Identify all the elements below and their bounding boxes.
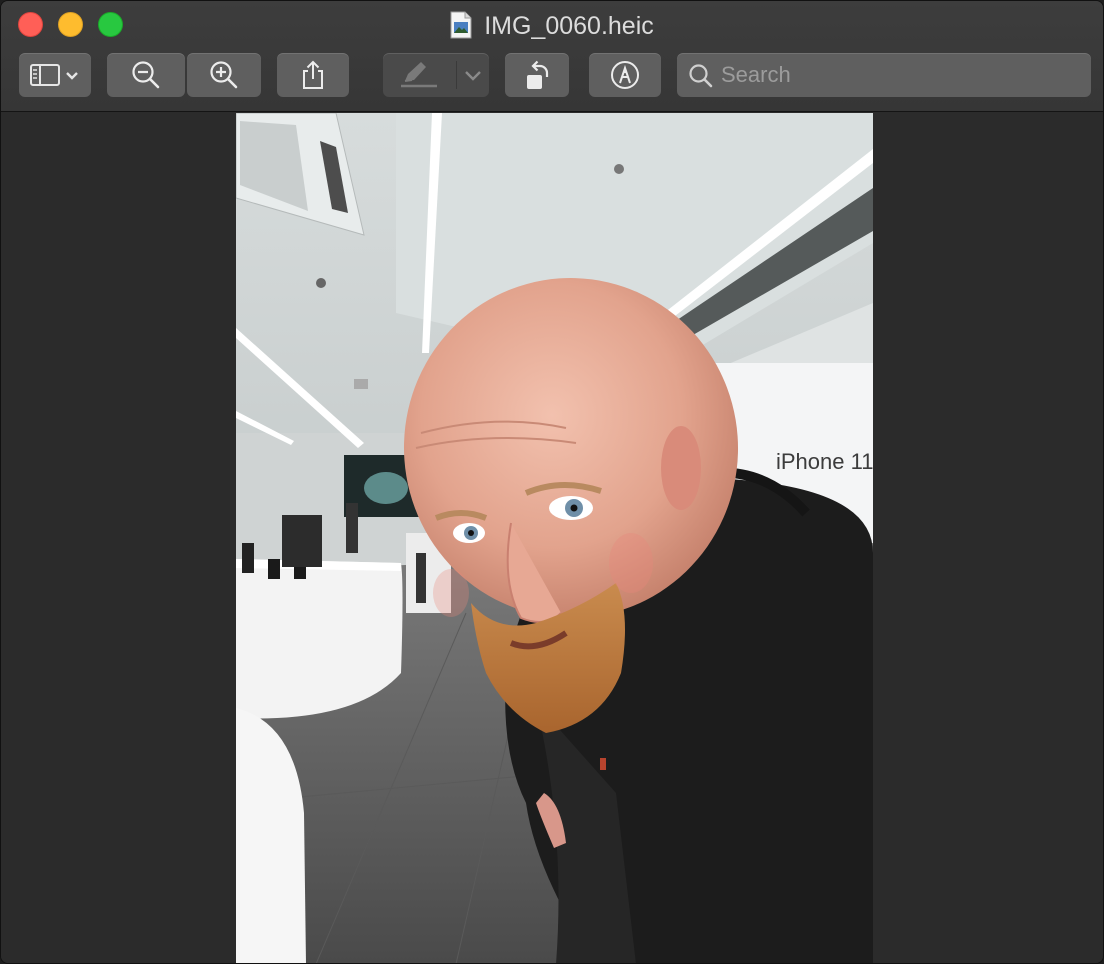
zoom-out-button[interactable]: [107, 53, 185, 97]
sidebar-button[interactable]: [19, 53, 91, 97]
window-title-text: IMG_0060.heic: [484, 12, 654, 40]
zoom-in-icon: [210, 61, 238, 89]
image-file-icon: [450, 11, 472, 39]
rotate-button[interactable]: [505, 53, 569, 97]
sidebar-icon: [30, 64, 78, 86]
zoom-in-button[interactable]: [187, 53, 261, 97]
search-field[interactable]: [677, 53, 1091, 97]
markup-button[interactable]: [589, 53, 661, 97]
search-input[interactable]: [721, 53, 1081, 97]
image-viewer: iPhone 11: [1, 112, 1103, 963]
markup-icon: [611, 61, 639, 89]
zoom-out-icon: [132, 61, 160, 89]
photo: iPhone 11: [236, 113, 873, 963]
share-icon: [303, 60, 323, 89]
search-icon: [689, 64, 713, 88]
chevron-down-icon: [465, 71, 481, 81]
iphone-sign-text: iPhone 11: [776, 449, 873, 474]
rotate-left-icon: [527, 60, 549, 89]
titlebar: IMG_0060.heic: [1, 1, 1103, 112]
highlight-button[interactable]: [383, 53, 489, 97]
share-button[interactable]: [277, 53, 349, 97]
highlighter-icon: [401, 61, 457, 89]
preview-window: IMG_0060.heic Search iPhone 11: [0, 0, 1104, 964]
window-title: IMG_0060.heic: [1, 10, 1103, 42]
